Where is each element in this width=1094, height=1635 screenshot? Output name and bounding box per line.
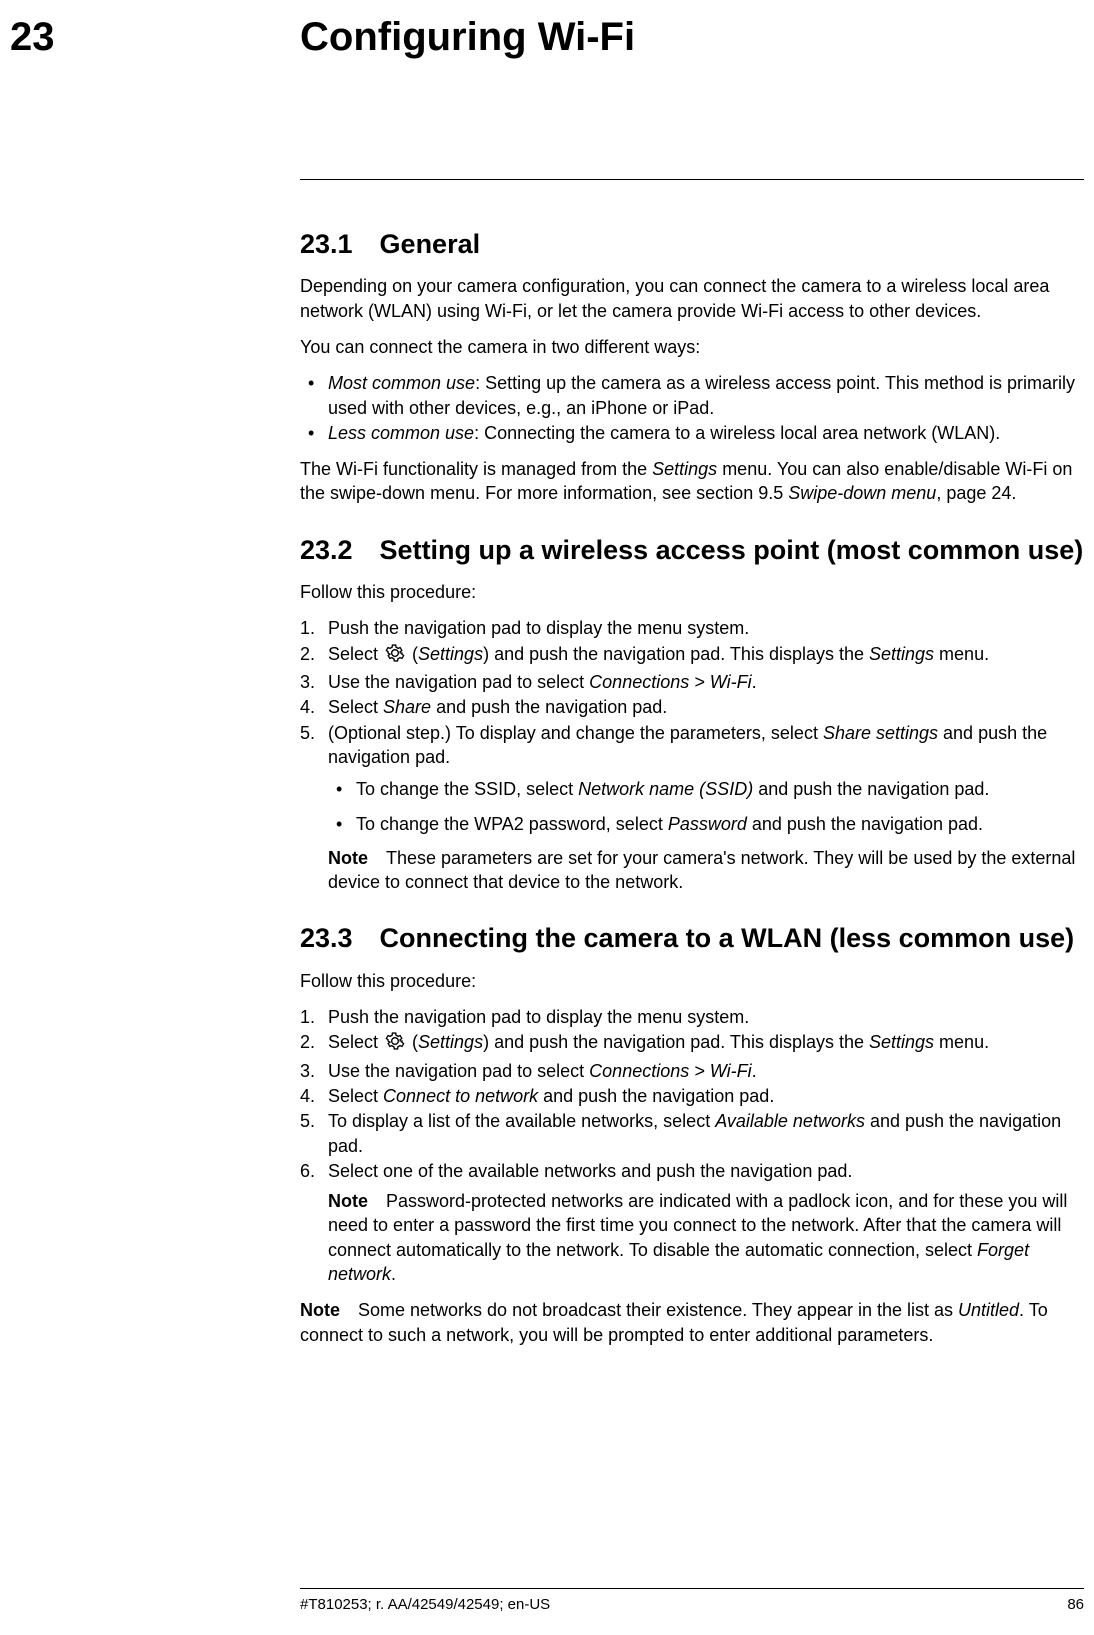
emphasis: Share settings <box>823 723 938 743</box>
divider <box>300 1588 1084 1589</box>
text: To change the SSID, select <box>356 779 578 799</box>
emphasis: Connections > Wi-Fi <box>589 672 751 692</box>
sub-bullet-list: To change the SSID, select Network name … <box>328 777 1084 836</box>
text: (Optional step.) To display and change t… <box>328 723 823 743</box>
section-heading-general: 23.1 General <box>300 228 1084 260</box>
emphasis: Less common use <box>328 423 474 443</box>
gear-icon <box>385 643 405 669</box>
text: Select <box>328 1086 383 1106</box>
text: Select <box>328 644 383 664</box>
divider <box>300 179 1084 180</box>
text: Select <box>328 697 383 717</box>
list-item: Select Connect to network and push the n… <box>300 1084 1084 1108</box>
bullet-list: Most common use: Setting up the camera a… <box>300 371 1084 445</box>
chapter-header: 23 Configuring Wi-Fi <box>0 0 1094 64</box>
paragraph: Follow this procedure: <box>300 580 1084 604</box>
text: To change the WPA2 password, select <box>356 814 668 834</box>
text: menu. <box>934 644 989 664</box>
note: Note These parameters are set for your c… <box>328 846 1084 895</box>
list-item: Select Share and push the navigation pad… <box>300 695 1084 719</box>
emphasis: Swipe-down menu <box>788 483 936 503</box>
text: . <box>752 672 757 692</box>
list-item: Select (Settings) and push the navigatio… <box>300 642 1084 669</box>
list-item: Less common use: Connecting the camera t… <box>300 421 1084 445</box>
emphasis: Share <box>383 697 431 717</box>
list-item: Push the navigation pad to display the m… <box>300 616 1084 640</box>
emphasis: Settings <box>418 644 483 664</box>
emphasis: Available networks <box>715 1111 865 1131</box>
list-item: Push the navigation pad to display the m… <box>300 1005 1084 1029</box>
section-heading-access-point: 23.2 Setting up a wireless access point … <box>300 534 1084 566</box>
text: ) and push the navigation pad. This disp… <box>483 1032 869 1052</box>
emphasis: Connect to network <box>383 1086 538 1106</box>
text: Select <box>328 1032 383 1052</box>
text: , page 24. <box>936 483 1016 503</box>
ordered-list: Push the navigation pad to display the m… <box>300 616 1084 894</box>
paragraph: Follow this procedure: <box>300 969 1084 993</box>
text: . <box>752 1061 757 1081</box>
list-item: To display a list of the available netwo… <box>300 1109 1084 1158</box>
emphasis: Untitled <box>958 1300 1019 1320</box>
list-item: To change the SSID, select Network name … <box>328 777 1084 801</box>
text: These parameters are set for your camera… <box>328 848 1075 892</box>
footer-page-number: 86 <box>1067 1595 1084 1615</box>
note-label: Note <box>328 1191 368 1211</box>
list-item: Select (Settings) and push the navigatio… <box>300 1030 1084 1057</box>
text: and push the navigation pad. <box>431 697 667 717</box>
content-area: 23.1 General Depending on your camera co… <box>300 64 1084 1347</box>
emphasis: Settings <box>869 1032 934 1052</box>
chapter-number: 23 <box>10 10 300 64</box>
text: and push the navigation pad. <box>538 1086 774 1106</box>
section-heading-wlan: 23.3 Connecting the camera to a WLAN (le… <box>300 922 1084 954</box>
paragraph: The Wi-Fi functionality is managed from … <box>300 457 1084 506</box>
text: . <box>391 1264 396 1284</box>
text: Use the navigation pad to select <box>328 1061 589 1081</box>
text: menu. <box>934 1032 989 1052</box>
emphasis: Connections > Wi-Fi <box>589 1061 751 1081</box>
text: Select one of the available networks and… <box>328 1161 852 1181</box>
paragraph: You can connect the camera in two differ… <box>300 335 1084 359</box>
text: and push the navigation pad. <box>753 779 989 799</box>
list-item: Use the navigation pad to select Connect… <box>300 1059 1084 1083</box>
text: ) and push the navigation pad. This disp… <box>483 644 869 664</box>
list-item: To change the WPA2 password, select Pass… <box>328 812 1084 836</box>
emphasis: Most common use <box>328 373 475 393</box>
text: The Wi-Fi functionality is managed from … <box>300 459 652 479</box>
text: Password-protected networks are indicate… <box>328 1191 1067 1260</box>
ordered-list: Push the navigation pad to display the m… <box>300 1005 1084 1286</box>
paragraph: Depending on your camera configuration, … <box>300 274 1084 323</box>
list-item: Most common use: Setting up the camera a… <box>300 371 1084 420</box>
list-item: (Optional step.) To display and change t… <box>300 721 1084 895</box>
footer-docid: #T810253; r. AA/42549/42549; en-US <box>300 1595 550 1615</box>
chapter-title: Configuring Wi-Fi <box>300 10 635 64</box>
emphasis: Password <box>668 814 747 834</box>
text: To display a list of the available netwo… <box>328 1111 715 1131</box>
list-item: Select one of the available networks and… <box>300 1159 1084 1286</box>
text: and push the navigation pad. <box>747 814 983 834</box>
emphasis: Settings <box>869 644 934 664</box>
emphasis: Settings <box>652 459 717 479</box>
emphasis: Network name (SSID) <box>578 779 753 799</box>
list-item: Use the navigation pad to select Connect… <box>300 670 1084 694</box>
note-label: Note <box>328 848 368 868</box>
note: Note Password-protected networks are ind… <box>328 1189 1084 1286</box>
text: : Connecting the camera to a wireless lo… <box>474 423 1000 443</box>
page-footer: #T810253; r. AA/42549/42549; en-US 86 <box>300 1588 1084 1615</box>
paragraph-note: Note Some networks do not broadcast thei… <box>300 1298 1084 1347</box>
text: Some networks do not broadcast their exi… <box>340 1300 958 1320</box>
emphasis: Settings <box>418 1032 483 1052</box>
text: Use the navigation pad to select <box>328 672 589 692</box>
gear-icon <box>385 1031 405 1057</box>
note-label: Note <box>300 1300 340 1320</box>
